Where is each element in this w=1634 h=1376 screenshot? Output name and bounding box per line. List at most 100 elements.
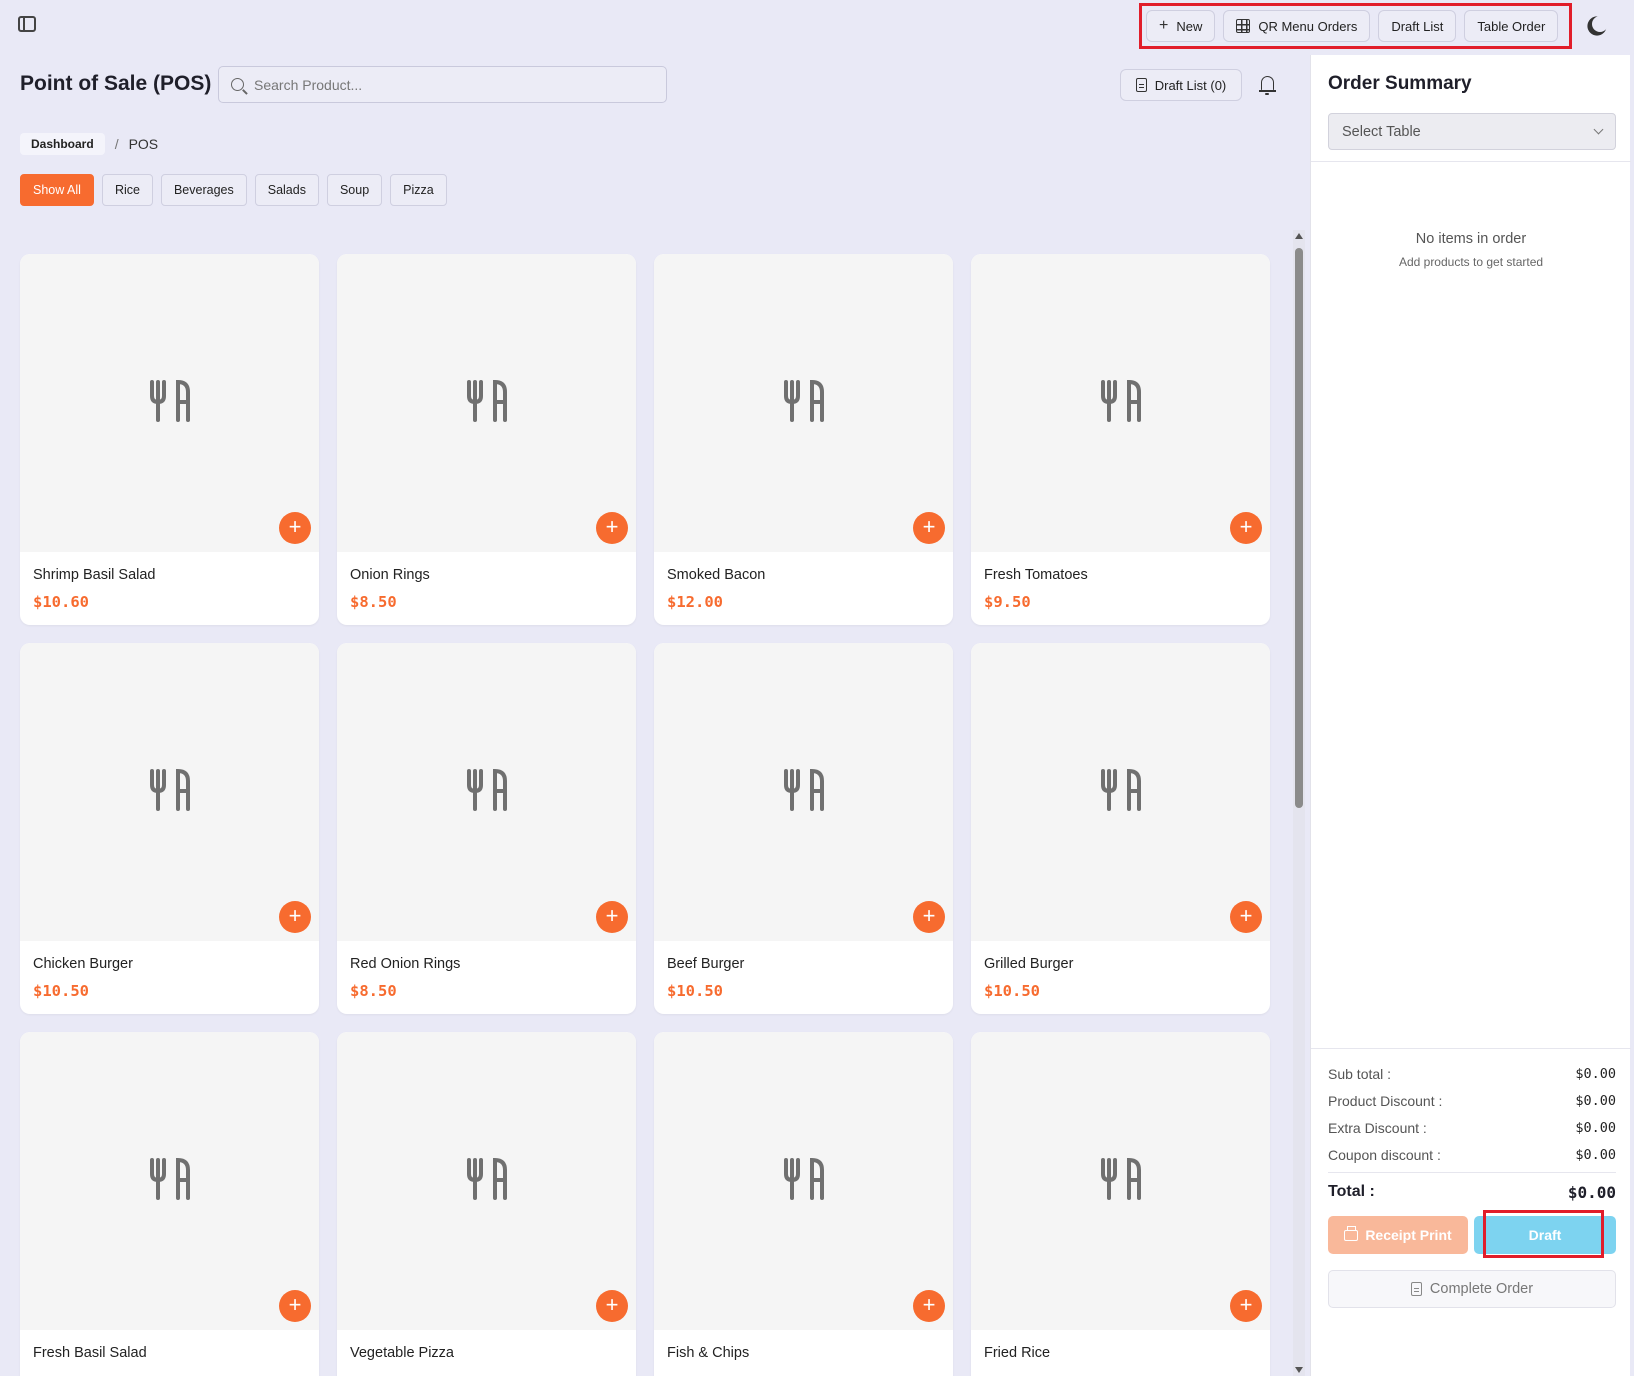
product-name: Chicken Burger xyxy=(33,956,133,972)
filter-rice[interactable]: Rice xyxy=(101,174,153,206)
product-card[interactable]: + Fresh Tomatoes $9.50 xyxy=(971,254,1270,625)
search-box[interactable] xyxy=(218,66,667,103)
filter-beverages[interactable]: Beverages xyxy=(160,174,247,206)
complete-order-button[interactable]: Complete Order xyxy=(1328,1270,1616,1308)
product-image: + xyxy=(654,254,953,552)
product-price: $10.60 xyxy=(33,593,89,611)
filter-pizza[interactable]: Pizza xyxy=(390,174,447,206)
total-value: $0.00 xyxy=(1567,1183,1616,1202)
qr-menu-orders-label: QR Menu Orders xyxy=(1258,18,1358,34)
add-to-order-button[interactable]: + xyxy=(913,1290,945,1322)
product-card[interactable]: + Fish & Chips xyxy=(654,1032,953,1376)
add-to-order-button[interactable]: + xyxy=(596,1290,628,1322)
select-table-value: Select Table xyxy=(1342,123,1421,140)
fork-knife-icon xyxy=(1099,378,1143,429)
filter-salads[interactable]: Salads xyxy=(254,174,319,206)
add-to-order-button[interactable]: + xyxy=(1230,1290,1262,1322)
top-actions-highlight: + New QR Menu Orders Draft List Table Or… xyxy=(1139,3,1572,49)
breadcrumb-separator: / xyxy=(114,136,119,152)
search-input[interactable] xyxy=(254,76,634,93)
draft-button-highlight xyxy=(1483,1210,1604,1258)
product-image: + xyxy=(971,643,1270,941)
order-summary-panel: Order Summary Select Table No items in o… xyxy=(1310,55,1631,1376)
product-price: $9.50 xyxy=(984,593,1031,611)
scroll-down-arrow-icon[interactable] xyxy=(1295,1367,1303,1373)
add-to-order-button[interactable]: + xyxy=(596,512,628,544)
qr-menu-orders-button[interactable]: QR Menu Orders xyxy=(1223,10,1371,42)
new-button-label: New xyxy=(1176,18,1203,34)
breadcrumb-dashboard[interactable]: Dashboard xyxy=(20,133,105,155)
product-card[interactable]: + Shrimp Basil Salad $10.60 xyxy=(20,254,319,625)
breadcrumb: Dashboard / POS xyxy=(20,133,158,155)
coupon-discount-row: Coupon discount : $0.00 xyxy=(1328,1147,1616,1163)
dark-mode-moon-icon[interactable] xyxy=(1592,16,1608,32)
select-table-dropdown[interactable]: Select Table xyxy=(1328,113,1616,150)
add-to-order-button[interactable]: + xyxy=(1230,901,1262,933)
product-image: + xyxy=(20,254,319,552)
product-price: $10.50 xyxy=(984,982,1040,1000)
product-card[interactable]: + Onion Rings $8.50 xyxy=(337,254,636,625)
add-to-order-button[interactable]: + xyxy=(596,901,628,933)
draft-list-top-button[interactable]: Draft List xyxy=(1378,10,1457,42)
fork-knife-icon xyxy=(1099,767,1143,818)
product-image: + xyxy=(971,254,1270,552)
product-card[interactable]: + Smoked Bacon $12.00 xyxy=(654,254,953,625)
extra-discount-row: Extra Discount : $0.00 xyxy=(1328,1120,1616,1136)
fork-knife-icon xyxy=(148,378,192,429)
fork-knife-icon xyxy=(148,767,192,818)
add-to-order-button[interactable]: + xyxy=(279,512,311,544)
receipt-print-button[interactable]: Receipt Print xyxy=(1328,1216,1468,1254)
product-card[interactable]: + Fresh Basil Salad xyxy=(20,1032,319,1376)
sidebar-toggle-icon[interactable] xyxy=(18,16,36,32)
order-summary-title: Order Summary xyxy=(1328,73,1472,94)
fork-knife-icon xyxy=(465,767,509,818)
draft-list-top-label: Draft List xyxy=(1391,18,1444,34)
fork-knife-icon xyxy=(782,378,826,429)
scroll-up-arrow-icon[interactable] xyxy=(1295,233,1303,239)
complete-order-label: Complete Order xyxy=(1429,1281,1534,1297)
product-card[interactable]: + Vegetable Pizza xyxy=(337,1032,636,1376)
filter-show-all[interactable]: Show All xyxy=(20,174,94,206)
table-order-label: Table Order xyxy=(1477,18,1546,34)
draft-list-button[interactable]: Draft List (0) xyxy=(1120,69,1242,101)
product-name: Shrimp Basil Salad xyxy=(33,567,156,583)
product-name: Red Onion Rings xyxy=(350,956,461,972)
sub-total-value: $0.00 xyxy=(1575,1066,1616,1082)
sub-total-label: Sub total : xyxy=(1328,1066,1392,1082)
product-image: + xyxy=(971,1032,1270,1330)
add-to-order-button[interactable]: + xyxy=(279,1290,311,1322)
fork-knife-icon xyxy=(465,1156,509,1207)
coupon-discount-label: Coupon discount : xyxy=(1328,1147,1441,1163)
product-card[interactable]: + Beef Burger $10.50 xyxy=(654,643,953,1014)
scroll-thumb[interactable] xyxy=(1295,248,1303,808)
product-card[interactable]: + Chicken Burger $10.50 xyxy=(20,643,319,1014)
notification-bell-icon[interactable] xyxy=(1259,76,1276,95)
product-grid: + Shrimp Basil Salad $10.60 + Onion Rings $8.… xyxy=(20,254,1270,1376)
product-grid-scrollbar[interactable] xyxy=(1293,230,1305,1376)
fork-knife-icon xyxy=(782,767,826,818)
page-title: Point of Sale (POS) xyxy=(20,72,212,95)
filter-soup[interactable]: Soup xyxy=(326,174,383,206)
product-image: + xyxy=(654,1032,953,1330)
panel-divider xyxy=(1311,161,1631,162)
product-card[interactable]: + Grilled Burger $10.50 xyxy=(971,643,1270,1014)
chevron-down-icon xyxy=(1593,124,1604,135)
product-discount-row: Product Discount : $0.00 xyxy=(1328,1093,1616,1109)
category-filters: Show All Rice Beverages Salads Soup Pizz… xyxy=(20,174,447,206)
add-to-order-button[interactable]: + xyxy=(913,512,945,544)
add-to-order-button[interactable]: + xyxy=(279,901,311,933)
extra-discount-value: $0.00 xyxy=(1575,1120,1616,1136)
add-to-order-button[interactable]: + xyxy=(1230,512,1262,544)
document-icon xyxy=(1410,1282,1422,1296)
new-button[interactable]: + New xyxy=(1146,10,1216,42)
product-name: Grilled Burger xyxy=(984,956,1074,972)
product-card[interactable]: + Fried Rice xyxy=(971,1032,1270,1376)
product-card[interactable]: + Red Onion Rings $8.50 xyxy=(337,643,636,1014)
product-image: + xyxy=(337,254,636,552)
fork-knife-icon xyxy=(148,1156,192,1207)
breadcrumb-current: POS xyxy=(128,136,159,152)
add-to-order-button[interactable]: + xyxy=(913,901,945,933)
empty-order-title: No items in order xyxy=(1415,231,1527,247)
table-order-button[interactable]: Table Order xyxy=(1464,10,1559,42)
product-name: Fresh Basil Salad xyxy=(33,1345,147,1361)
